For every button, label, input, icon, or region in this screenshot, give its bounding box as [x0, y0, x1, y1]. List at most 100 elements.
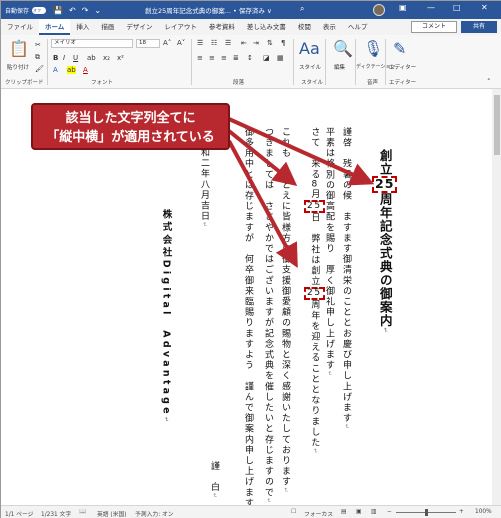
borders-icon[interactable]: ▦: [277, 54, 284, 62]
text-effects-icon[interactable]: A: [53, 66, 58, 74]
find-icon[interactable]: 🔍: [333, 39, 353, 58]
zoom-slider-thumb[interactable]: [425, 509, 428, 516]
autosave-toggle[interactable]: オフ: [32, 6, 47, 14]
bold-button[interactable]: B: [53, 54, 58, 62]
paste-label[interactable]: 貼り付け: [7, 63, 29, 71]
tab-layout[interactable]: レイアウト: [158, 19, 203, 35]
scrollbar-thumb[interactable]: [494, 95, 500, 155]
read-mode-icon[interactable]: ▤: [341, 509, 346, 515]
grow-font-icon[interactable]: A˄: [163, 39, 171, 47]
strikethrough-icon[interactable]: ab: [87, 54, 96, 62]
cut-icon[interactable]: ✂: [35, 41, 41, 49]
editor-icon[interactable]: ✎: [393, 39, 406, 58]
editor-label[interactable]: エディター: [389, 63, 416, 71]
comment-button[interactable]: コメント: [411, 21, 457, 33]
minimize-button[interactable]: —: [427, 3, 435, 12]
tab-file[interactable]: ファイル: [1, 19, 39, 35]
highlight-icon[interactable]: ab: [67, 66, 76, 74]
tcy-highlight: 25: [304, 286, 325, 300]
tab-mailings[interactable]: 差し込み文書: [241, 19, 292, 35]
quick-access-menu-icon[interactable]: ⌄: [94, 6, 101, 15]
separator: [355, 39, 356, 85]
microphone-icon[interactable]: 🎙: [363, 39, 383, 58]
web-layout-icon[interactable]: ▥: [371, 509, 376, 515]
close-button[interactable]: ✕: [481, 3, 488, 12]
language-indicator[interactable]: 英語 (米国): [97, 509, 127, 518]
save-icon[interactable]: 💾: [53, 6, 63, 15]
tcy-highlight: 25: [372, 176, 398, 193]
proofing-icon[interactable]: 📖: [79, 509, 86, 515]
focus-mode-label[interactable]: フォーカス: [304, 509, 333, 518]
avatar[interactable]: [373, 4, 385, 16]
multilevel-list-icon[interactable]: ☰: [225, 39, 231, 47]
underline-button[interactable]: U: [73, 54, 78, 62]
undo-icon[interactable]: ↶: [69, 6, 76, 15]
decrease-indent-icon[interactable]: ⇤: [241, 39, 247, 47]
justify-icon[interactable]: ≣: [233, 54, 239, 62]
collapse-ribbon-icon[interactable]: ˄: [487, 78, 491, 86]
bullets-icon[interactable]: ☰: [197, 39, 203, 47]
body-line-5: つきましては ささやかではございますが記念式典を催したいと存じますので↵: [263, 127, 273, 505]
tab-view[interactable]: 表示: [317, 19, 342, 35]
zoom-out-icon[interactable]: −: [387, 509, 392, 515]
edit-label[interactable]: 編集: [334, 63, 345, 71]
maximize-button[interactable]: □: [453, 3, 461, 12]
body-line-2: 平素は格別の御高配を賜り 厚く御礼申し上げます↵: [324, 127, 334, 378]
sort-icon[interactable]: ⇅: [267, 39, 273, 47]
align-left-icon[interactable]: ≡: [197, 54, 203, 62]
separator: [293, 39, 294, 85]
body-line-1: 謹啓 残暑の候 ますます御清栄のこととお慶び申し上げます↵: [341, 127, 351, 431]
focus-mode-icon[interactable]: ☐: [291, 509, 296, 515]
increase-indent-icon[interactable]: ⇥: [253, 39, 259, 47]
redo-icon[interactable]: ↷: [82, 6, 89, 15]
document-page[interactable]: 創立25周年記念式典の御案内↵ 謹啓 残暑の候 ますます御清栄のこととお慶び申し…: [1, 89, 501, 505]
share-button[interactable]: 共有: [461, 21, 497, 33]
body-line-3: さて 来る8月25日 弊社は創立25周年を迎えることとなりました↵: [304, 127, 325, 455]
font-size-select[interactable]: 18: [136, 39, 160, 48]
shading-icon[interactable]: ◪: [263, 54, 270, 62]
numbering-icon[interactable]: ☷: [211, 39, 217, 47]
zoom-in-icon[interactable]: +: [459, 509, 464, 515]
shrink-font-icon[interactable]: A˅: [177, 39, 185, 47]
subscript-icon[interactable]: x₂: [103, 54, 110, 62]
font-color-button[interactable]: A: [83, 66, 88, 74]
italic-button[interactable]: I: [63, 54, 65, 62]
line-spacing-icon[interactable]: ↕: [247, 54, 253, 62]
tab-design[interactable]: デザイン: [120, 19, 158, 35]
tab-home[interactable]: ホーム: [39, 19, 71, 35]
voice-group-label: 音声: [367, 80, 379, 86]
page-count[interactable]: 1/1 ページ: [5, 509, 33, 518]
ribbon-display-icon[interactable]: ▣: [399, 3, 407, 12]
style-label[interactable]: スタイル: [299, 63, 321, 71]
styles-icon[interactable]: Aa: [299, 39, 320, 58]
style-group-label: スタイル: [301, 80, 324, 86]
format-painter-icon[interactable]: 🖌: [35, 65, 44, 73]
vertical-scrollbar[interactable]: [492, 89, 501, 505]
superscript-icon[interactable]: x²: [117, 54, 124, 62]
editor-group-label: エディター: [389, 80, 417, 86]
separator: [385, 39, 386, 85]
autosave-label: 自動保存: [5, 7, 30, 15]
show-marks-icon[interactable]: ¶: [281, 39, 285, 47]
search-icon[interactable]: ⌕: [300, 4, 304, 14]
status-bar: 1/1 ページ 1/231 文字 📖 英語 (米国) 予測入力: オン ☐ フォ…: [1, 505, 501, 518]
tab-help[interactable]: ヘルプ: [342, 19, 374, 35]
paste-icon[interactable]: 📋: [9, 39, 29, 58]
tab-insert[interactable]: 挿入: [70, 19, 95, 35]
print-layout-icon[interactable]: ▣: [356, 509, 361, 515]
predictive-text-status[interactable]: 予測入力: オン: [135, 509, 174, 518]
tab-review[interactable]: 校閲: [292, 19, 317, 35]
document-title[interactable]: 創立25周年記念式典の御案... • 保存済み ∨: [145, 5, 272, 15]
tab-references[interactable]: 参考資料: [203, 19, 241, 35]
align-center-icon[interactable]: ≡: [209, 54, 215, 62]
zoom-level[interactable]: 100%: [475, 509, 492, 515]
copy-icon[interactable]: ⧉: [35, 53, 40, 62]
font-name-select[interactable]: メイリオ: [51, 39, 133, 48]
callout-box: 該当した文字列全てに 「縦中横」が適用されている: [31, 103, 230, 150]
tab-draw[interactable]: 描画: [95, 19, 120, 35]
ribbon-tabs: ファイル ホーム 挿入 描画 デザイン レイアウト 参考資料 差し込み文書 校閲…: [1, 19, 501, 35]
word-count[interactable]: 1/231 文字: [41, 509, 71, 518]
closing-text: 謹 白↵: [209, 461, 219, 500]
document-title-line: 創立25周年記念式典の御案内↵: [372, 149, 398, 334]
align-right-icon[interactable]: ≡: [221, 54, 227, 62]
